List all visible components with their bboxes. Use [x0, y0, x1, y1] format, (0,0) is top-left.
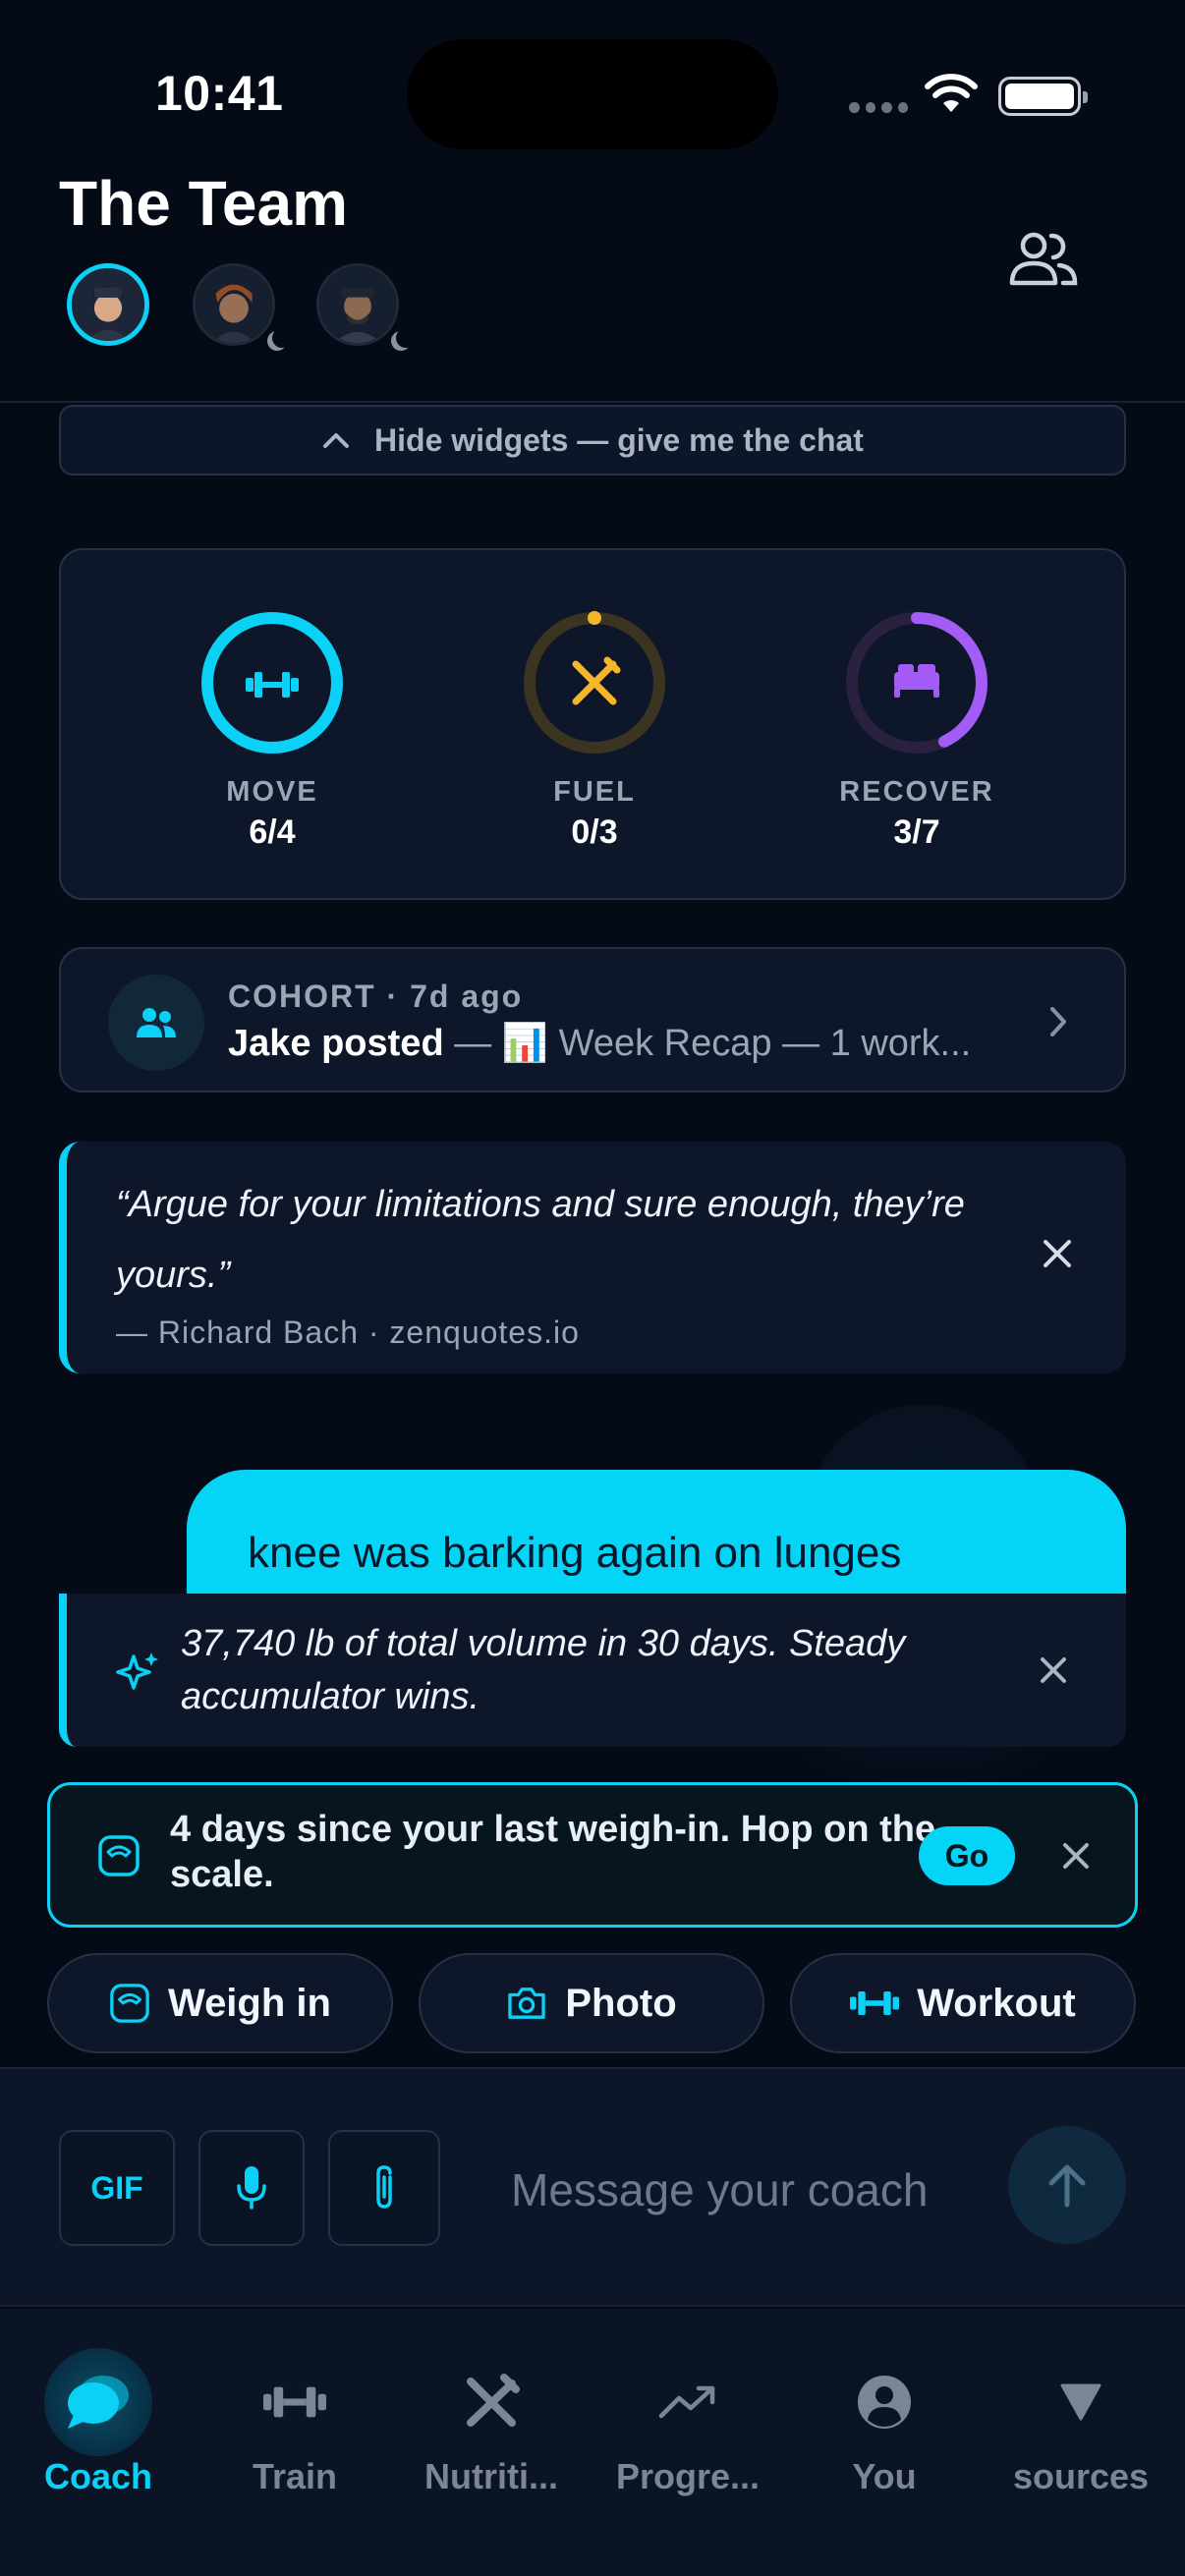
sparkles-icon: [116, 1652, 158, 1690]
bed-icon: [894, 664, 939, 698]
tab-you-label: You: [852, 2456, 917, 2496]
cohort-author: Jake posted: [228, 1023, 444, 1064]
tab-sources-label: sources: [1012, 2456, 1150, 2496]
header-divider: [0, 401, 1185, 403]
arrow-up-icon: [1048, 2164, 1086, 2208]
tab-train[interactable]: Train: [197, 2348, 393, 2515]
hide-widgets-label: Hide widgets — give me the chat: [374, 421, 864, 458]
chat-bubbles-icon: [44, 2348, 152, 2456]
nudge-text: 4 days since your last weigh-in. Hop on …: [170, 1809, 936, 1895]
page-title: The Team: [59, 168, 348, 239]
fuel-value: 0/3: [571, 813, 618, 851]
team-members-icon[interactable]: [1006, 228, 1081, 291]
utensils-icon: [572, 656, 621, 705]
insight-text: 37,740 lb of total volume in 30 days. St…: [181, 1623, 906, 1717]
user-message-bubble: knee was barking again on lunges: [187, 1470, 1126, 1597]
tab-nutrition-label: Nutriti...: [424, 2456, 558, 2496]
tab-progress-label: Progre...: [615, 2456, 761, 2496]
dynamic-island: [407, 39, 778, 149]
insight-card: 37,740 lb of total volume in 30 days. St…: [59, 1594, 1126, 1747]
attach-button[interactable]: [328, 2130, 440, 2246]
weigh-in-label: Weigh in: [168, 1981, 331, 2025]
status-time: 10:41: [155, 66, 284, 121]
tab-you[interactable]: You: [786, 2348, 983, 2515]
coach-avatar-3[interactable]: [316, 263, 411, 354]
utensils-icon: [437, 2348, 545, 2456]
fuel-ring[interactable]: [521, 609, 668, 756]
camera-icon: [508, 1988, 546, 2019]
workout-button[interactable]: Workout: [790, 1953, 1136, 2053]
tab-coach-label: Coach: [43, 2456, 153, 2496]
move-ring[interactable]: [198, 609, 346, 756]
gif-button[interactable]: GIF: [59, 2130, 175, 2246]
weigh-in-nudge-card: 4 days since your last weigh-in. Hop on …: [47, 1782, 1138, 1928]
weigh-in-button[interactable]: Weigh in: [47, 1953, 393, 2053]
battery-icon: [998, 77, 1088, 116]
quote-text: “Argue for your limitations and sure eno…: [116, 1184, 965, 1296]
coach-avatar-active[interactable]: [67, 263, 149, 346]
dumbbell-icon: [850, 1990, 900, 2016]
move-label: MOVE: [226, 776, 318, 808]
wifi-icon: [925, 74, 978, 112]
triangle-down-icon: [1027, 2348, 1135, 2456]
sleeping-moon-icon: [261, 328, 287, 354]
recover-value: 3/7: [893, 813, 940, 851]
cohort-group-icon: [108, 975, 204, 1071]
cohort-post-card[interactable]: COHORT · 7d ago Jake posted — 📊 Week Rec…: [59, 947, 1126, 1092]
close-icon[interactable]: [1060, 1840, 1092, 1872]
tab-nutrition[interactable]: Nutriti...: [393, 2348, 590, 2515]
tab-coach[interactable]: Coach: [0, 2348, 197, 2515]
microphone-icon: [237, 2166, 266, 2210]
send-button[interactable]: [1008, 2126, 1126, 2244]
tab-train-label: Train: [252, 2456, 338, 2496]
quote-attribution: — Richard Bach · zenquotes.io: [116, 1315, 580, 1350]
scale-icon: [110, 1984, 149, 2023]
user-circle-icon: [830, 2348, 938, 2456]
close-icon[interactable]: [1040, 1236, 1075, 1271]
cohort-preview-text: Week Recap — 1 work...: [548, 1023, 972, 1064]
fuel-label: FUEL: [553, 776, 636, 808]
message-composer: GIF: [0, 2067, 1185, 2307]
coach-avatar-2[interactable]: [193, 263, 287, 354]
cohort-meta: COHORT · 7d ago: [228, 979, 524, 1014]
activity-rings-card: MOVE 6/4 FUEL 0/3 RECOVER 3/7: [59, 548, 1126, 900]
cohort-preview: Jake posted — 📊 Week Recap — 1 work...: [228, 1023, 972, 1064]
recover-ring[interactable]: [843, 609, 990, 756]
photo-button[interactable]: Photo: [419, 1953, 764, 2053]
workout-label: Workout: [917, 1981, 1076, 2025]
trending-up-icon: [634, 2348, 742, 2456]
tab-sources[interactable]: sources: [983, 2348, 1179, 2515]
user-message-text: knee was barking again on lunges: [248, 1529, 902, 1577]
dumbbell-icon: [246, 672, 299, 698]
gif-label: GIF: [90, 2169, 143, 2206]
chevron-right-icon: [1050, 1007, 1066, 1036]
scale-icon: [98, 1835, 140, 1876]
cellular-signal-icon: [849, 102, 908, 114]
chart-emoji-icon: 📊: [501, 1023, 549, 1064]
fuel-ring-start-dot: [588, 611, 601, 625]
sleeping-moon-icon: [385, 328, 411, 354]
message-input[interactable]: [511, 2156, 963, 2224]
tab-bar: Coach Train Nutriti... Progre... You sou…: [0, 2309, 1185, 2576]
tab-progress[interactable]: Progre...: [590, 2348, 786, 2515]
daily-quote-card: “Argue for your limitations and sure eno…: [59, 1142, 1126, 1373]
chevron-up-icon: [323, 433, 350, 448]
photo-label: Photo: [565, 1981, 677, 2025]
nudge-go-button[interactable]: Go: [919, 1826, 1015, 1885]
close-icon[interactable]: [1038, 1654, 1069, 1686]
recover-label: RECOVER: [839, 776, 994, 808]
dumbbell-icon: [241, 2348, 349, 2456]
hide-widgets-button[interactable]: Hide widgets — give me the chat: [59, 405, 1126, 476]
move-value: 6/4: [249, 813, 296, 851]
voice-button[interactable]: [198, 2130, 305, 2246]
paperclip-icon: [376, 2165, 392, 2209]
